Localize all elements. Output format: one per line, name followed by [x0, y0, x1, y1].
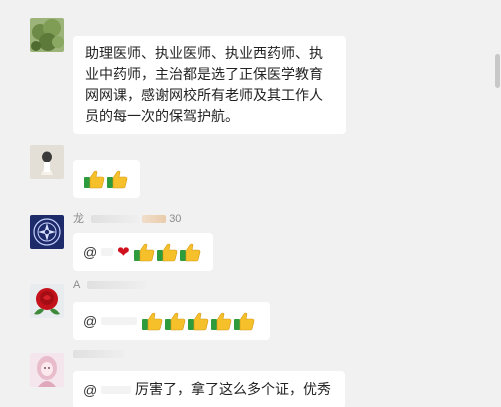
green-plant-avatar-icon — [30, 18, 64, 52]
thumbs-up-icon — [233, 311, 255, 331]
pink-doll-avatar-icon — [30, 353, 64, 387]
mention[interactable]: @ — [83, 244, 97, 260]
heart-emoji: ❤ — [117, 243, 130, 261]
sender-name — [73, 348, 125, 360]
blurred-name — [86, 281, 147, 290]
thumbs-up-emoji-group — [133, 242, 202, 262]
blurred-name — [91, 215, 140, 224]
message-bubble[interactable]: @ 厉害了，拿了这么多个证，优秀 — [73, 371, 345, 407]
message-bubble[interactable]: @ ❤ — [73, 233, 213, 271]
avatar[interactable] — [30, 215, 64, 249]
thumbs-up-icon — [210, 311, 232, 331]
message-text: 厉害了，拿了这么多个证，优秀 — [135, 381, 331, 397]
sender-name: A — [73, 279, 147, 291]
red-rose-avatar-icon — [30, 284, 64, 318]
thumbs-up-emoji-group — [141, 311, 256, 331]
thumbs-up-icon — [106, 169, 128, 189]
blurred-name — [101, 317, 138, 326]
thumbs-up-icon — [83, 169, 105, 189]
blurred-name — [142, 215, 167, 224]
avatar[interactable] — [30, 353, 64, 387]
avatar[interactable] — [30, 145, 64, 179]
scrollbar[interactable] — [493, 0, 501, 407]
avatar[interactable] — [30, 18, 64, 52]
sender-name: 龙 30 — [73, 213, 182, 225]
thumbs-up-icon — [133, 242, 155, 262]
chat-message-list[interactable]: 助理医师、执业医师、执业西药师、执业中药师，主治都是选了正保医学教育网网课，感谢… — [0, 0, 501, 407]
mention[interactable]: @ — [83, 313, 97, 329]
avatar[interactable] — [30, 284, 64, 318]
blurred-name — [101, 386, 132, 395]
mention[interactable]: @ — [83, 382, 97, 398]
thumbs-up-icon — [187, 311, 209, 331]
blurred-name — [73, 350, 125, 359]
thumbs-up-icon — [164, 311, 186, 331]
figurine-avatar-icon — [30, 145, 64, 179]
message-bubble[interactable]: @ — [73, 302, 270, 340]
message-bubble[interactable] — [73, 160, 140, 198]
blurred-name — [101, 248, 114, 257]
thumbs-up-icon — [179, 242, 201, 262]
scrollbar-thumb[interactable] — [495, 54, 500, 88]
message-bubble[interactable]: 助理医师、执业医师、执业西药师、执业中药师，主治都是选了正保医学教育网网课，感谢… — [73, 36, 346, 134]
thumbs-up-icon — [156, 242, 178, 262]
thumbs-up-icon — [141, 311, 163, 331]
message-text: 助理医师、执业医师、执业西药师、执业中药师，主治都是选了正保医学教育网网课，感谢… — [85, 45, 323, 124]
blue-emblem-avatar-icon — [30, 215, 64, 249]
thumbs-up-emoji-group — [83, 169, 129, 189]
